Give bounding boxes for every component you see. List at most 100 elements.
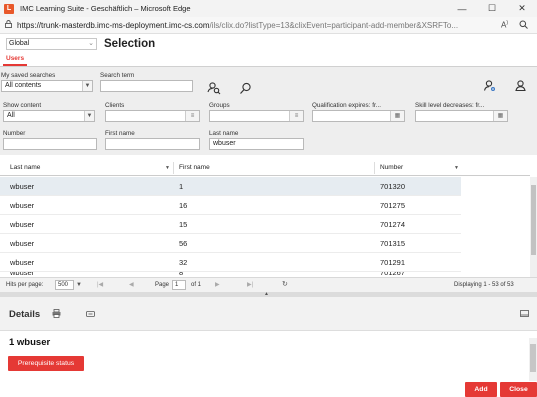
url-path: /ils/clix.do?listType=13&clixEvent=parti… — [209, 20, 459, 30]
show-content-label: Show content — [3, 102, 42, 109]
last-name-input[interactable]: wbuser — [209, 138, 304, 150]
skill-level-decreases-label: Skill level decreases: fr... — [415, 102, 485, 109]
cell-number: 701267 — [380, 272, 406, 277]
close-button[interactable]: Close — [500, 382, 537, 397]
cell-first-name: 32 — [179, 258, 188, 267]
scrollbar-thumb[interactable] — [531, 185, 536, 255]
chevron-down-icon: ⌄ — [88, 40, 94, 47]
saved-searches-value: All contents — [5, 82, 42, 89]
saved-searches-label: My saved searches — [1, 72, 56, 79]
tab-users[interactable]: Users — [6, 55, 24, 62]
chevron-down-icon: ▼ — [76, 282, 82, 288]
table-row[interactable]: wbuser 32 701291 — [0, 253, 461, 272]
column-divider[interactable] — [173, 162, 174, 174]
show-content-value: All — [7, 112, 15, 119]
cell-last-name: wbuser — [10, 182, 35, 191]
cell-first-name: 8 — [179, 272, 184, 277]
page-number-input[interactable]: 1 — [172, 280, 186, 290]
cell-number: 701315 — [380, 239, 406, 248]
skill-level-decreases-input[interactable]: ▦ — [415, 110, 508, 122]
search-term-input[interactable] — [100, 80, 193, 92]
table-scrollbar[interactable] — [530, 177, 537, 278]
url-text[interactable]: https://trunk-masterdb.imc-ms-deployment… — [17, 21, 487, 30]
groups-input[interactable]: ≡ — [209, 110, 304, 122]
cell-last-name: wbuser — [10, 272, 35, 277]
details-header — [0, 297, 537, 331]
previous-page-icon[interactable]: ◀ — [129, 278, 134, 292]
cell-first-name: 15 — [179, 220, 188, 229]
dropdown-arrow-icon: ▼ — [84, 111, 94, 121]
last-name-label: Last name — [209, 130, 239, 137]
list-picker-icon[interactable]: ≡ — [185, 111, 199, 121]
prerequisite-status-button[interactable]: Prerequisite status — [8, 356, 84, 371]
scope-select-value: Global — [9, 40, 30, 47]
export-icon[interactable] — [86, 310, 95, 320]
table-row[interactable]: wbuser 15 701274 — [0, 215, 461, 234]
cell-first-name: 16 — [179, 201, 188, 210]
qualification-expires-input[interactable]: ▦ — [312, 110, 405, 122]
address-bar[interactable]: https://trunk-masterdb.imc-ms-deployment… — [0, 17, 537, 34]
saved-searches-select[interactable]: All contents ▼ — [1, 80, 93, 92]
clients-input[interactable]: ≡ — [105, 110, 200, 122]
column-header-first-name[interactable]: First name — [179, 160, 210, 176]
add-button[interactable]: Add — [465, 382, 497, 397]
column-divider[interactable] — [374, 162, 375, 174]
displaying-count: Displaying 1 - 53 of 53 — [454, 282, 514, 288]
calendar-icon[interactable]: ▦ — [493, 111, 507, 121]
scope-select[interactable]: Global ⌄ — [6, 38, 97, 50]
hits-per-page-select[interactable]: 500 — [55, 280, 74, 290]
details-title: Details — [9, 309, 41, 320]
cell-number: 701320 — [380, 182, 406, 191]
number-label: Number — [3, 130, 26, 137]
column-menu-icon[interactable]: ▼ — [165, 160, 170, 176]
close-window-button[interactable]: ✕ — [507, 0, 537, 17]
column-menu-icon[interactable]: ▼ — [454, 160, 459, 176]
cell-last-name: wbuser — [10, 201, 35, 210]
minimize-button[interactable]: — — [447, 0, 477, 17]
cell-number: 701274 — [380, 220, 406, 229]
refresh-icon[interactable]: ↻ — [282, 278, 288, 292]
print-icon[interactable] — [52, 309, 61, 320]
search-term-label: Search term — [100, 72, 135, 79]
page-label: Page — [155, 282, 170, 288]
app-icon: L — [4, 3, 14, 14]
first-name-input[interactable] — [105, 138, 200, 150]
page-title: Selection — [104, 38, 156, 50]
url-host: https://trunk-masterdb.imc-ms-deployment… — [17, 20, 210, 30]
groups-label: Groups — [209, 102, 230, 109]
maximize-button[interactable]: ☐ — [477, 0, 507, 17]
cell-last-name: wbuser — [10, 239, 35, 248]
details-scrollbar[interactable] — [529, 338, 537, 381]
cell-number: 701291 — [380, 258, 406, 267]
cell-number: 701275 — [380, 201, 406, 210]
page-count-label: of 1 — [191, 282, 202, 288]
read-aloud-icon[interactable]: A) — [501, 20, 508, 30]
calendar-icon[interactable]: ▦ — [390, 111, 404, 121]
cell-last-name: wbuser — [10, 220, 35, 229]
list-picker-icon[interactable]: ≡ — [289, 111, 303, 121]
user-search-icon[interactable] — [206, 80, 222, 96]
lock-icon — [5, 20, 12, 30]
show-content-select[interactable]: All ▼ — [3, 110, 95, 122]
search-icon[interactable] — [237, 80, 253, 96]
table-row[interactable]: wbuser 56 701315 — [0, 234, 461, 253]
maximize-panel-icon[interactable] — [520, 310, 529, 319]
first-name-label: First name — [105, 130, 135, 137]
next-page-icon[interactable]: ▶ — [215, 278, 220, 292]
user-remove-icon[interactable] — [513, 78, 529, 94]
hits-per-page-label: Hits per page: — [6, 282, 44, 288]
table-row[interactable]: wbuser 16 701275 — [0, 196, 461, 215]
user-settings-icon[interactable] — [482, 78, 498, 94]
cell-last-name: wbuser — [10, 258, 35, 267]
last-page-icon[interactable]: ▶| — [247, 278, 253, 292]
scrollbar-thumb[interactable] — [530, 344, 536, 372]
column-header-last-name[interactable]: Last name — [10, 160, 40, 176]
column-header-number[interactable]: Number — [380, 160, 403, 176]
pagination-bar: Hits per page: 500 ▼ |◀ ◀ Page 1 of 1 ▶ … — [0, 277, 537, 292]
table-row[interactable]: wbuser 1 701320 — [0, 177, 461, 196]
cell-first-name: 1 — [179, 182, 184, 191]
number-input[interactable] — [3, 138, 97, 150]
table-header: Last name ▼ First name Number ▼ — [0, 160, 530, 176]
zoom-icon[interactable] — [519, 20, 528, 31]
first-page-icon[interactable]: |◀ — [97, 278, 103, 292]
